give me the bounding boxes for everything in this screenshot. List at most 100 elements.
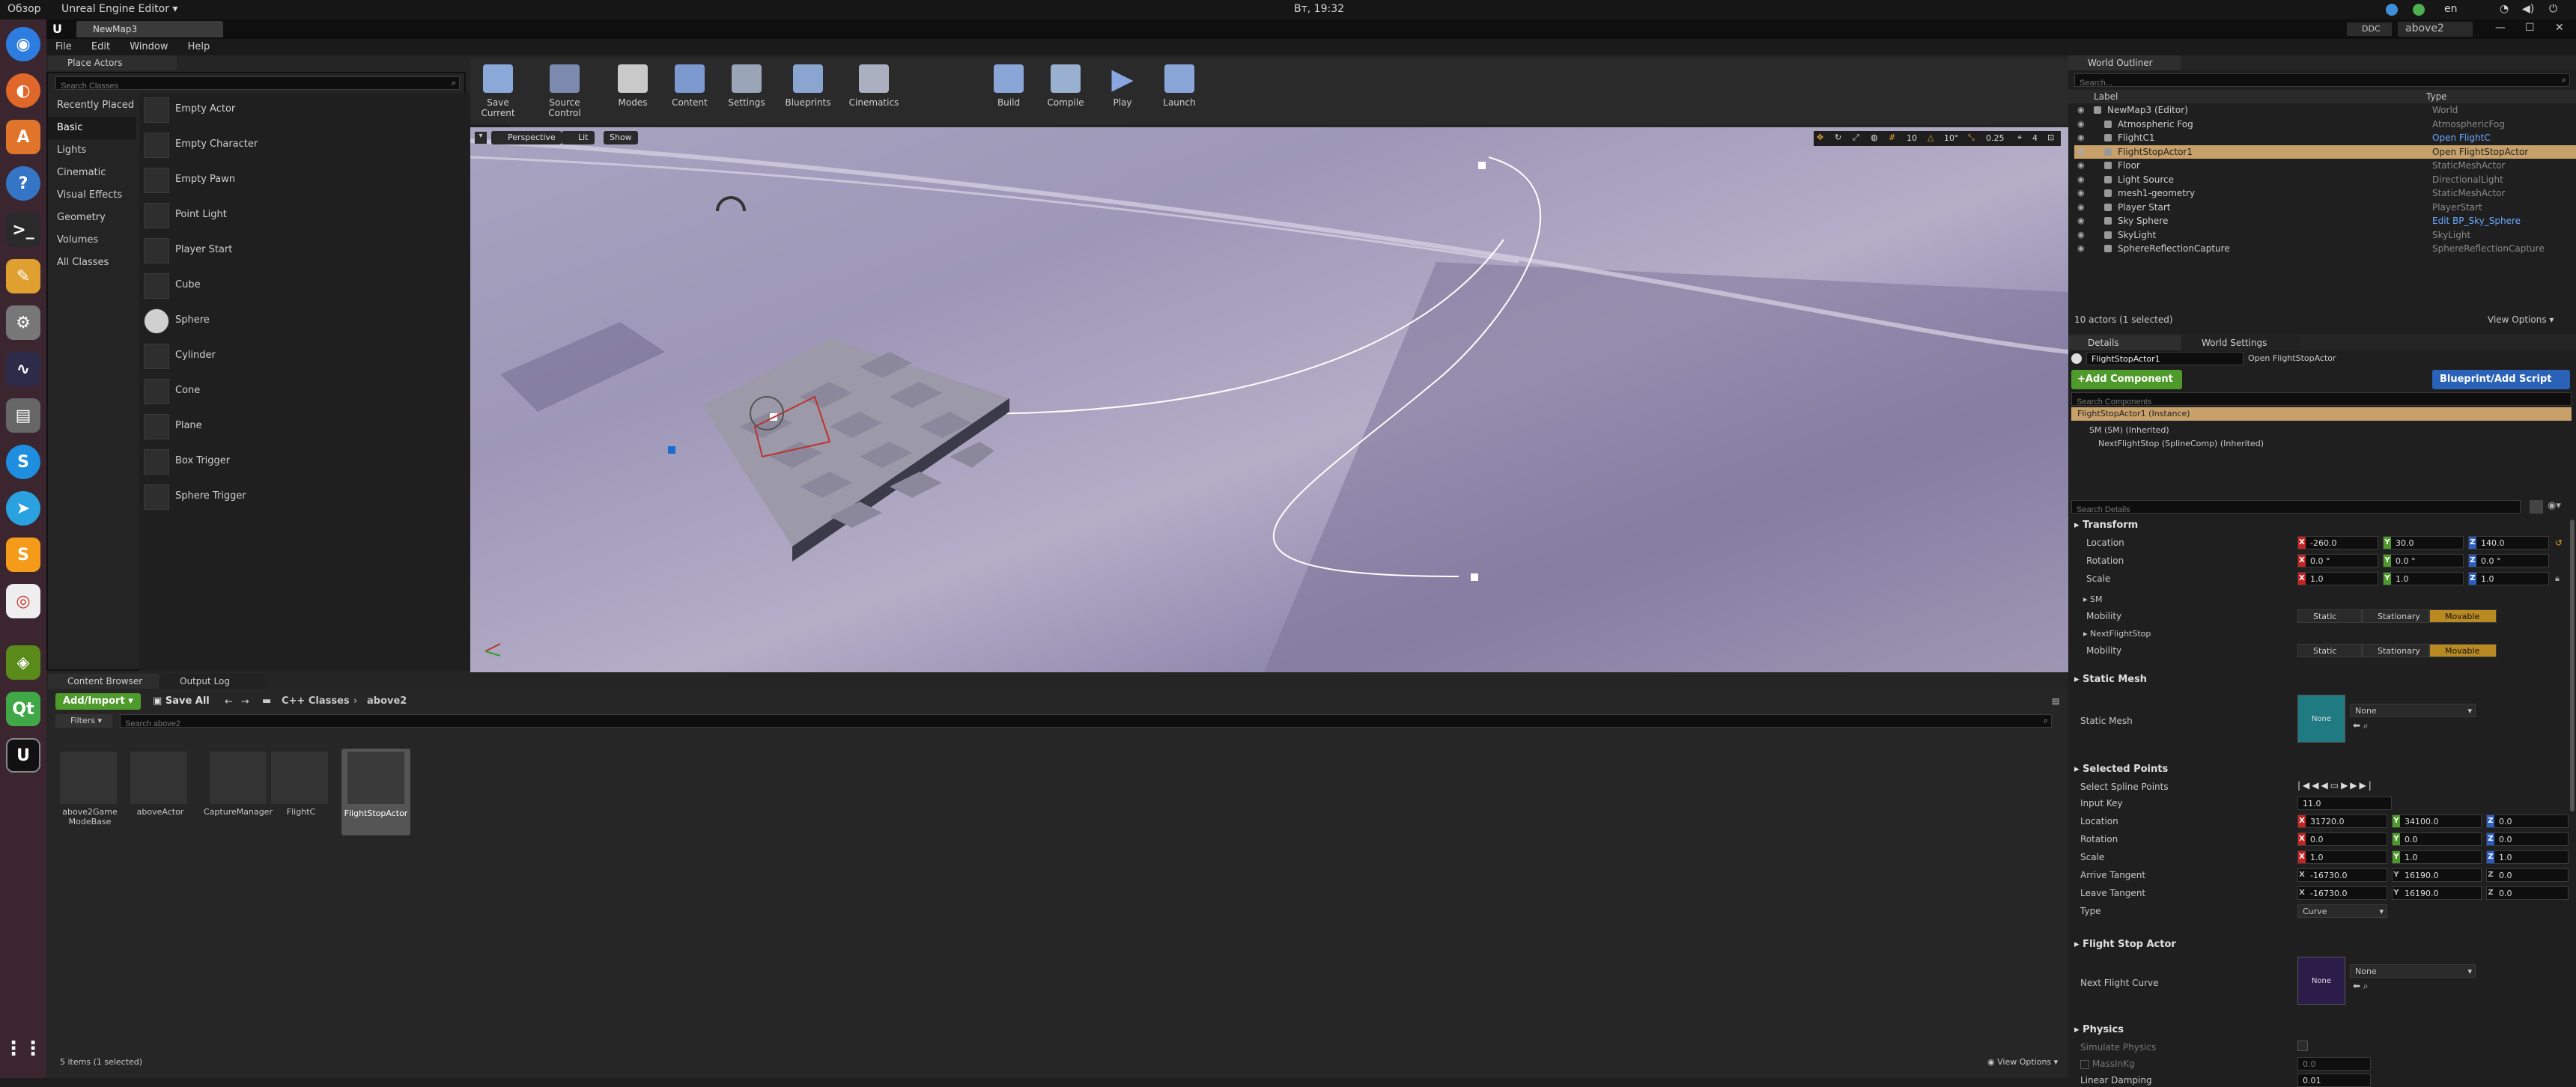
visibility-eye-icon[interactable]: ◉ (2077, 216, 2085, 225)
category-cinematic[interactable]: Cinematic (48, 162, 136, 184)
use-selected-icon[interactable]: ⬅ ⌕ (2353, 720, 2369, 731)
scale-y[interactable]: Y 1.0 (2383, 572, 2464, 585)
perspective-button[interactable]: Perspective (491, 131, 562, 144)
mobility-stationary-2[interactable]: Stationary (2362, 644, 2429, 657)
section-flight-stop-actor[interactable]: ▸ Flight Stop Actor (2074, 939, 2176, 950)
rotation-x[interactable]: X 0.0 ° (2297, 554, 2378, 567)
outliner-row[interactable]: ◉ FlightC1 Open FlightC (2074, 131, 2576, 144)
category-volumes[interactable]: Volumes (48, 229, 136, 252)
chrome-icon[interactable]: ◉ (6, 27, 40, 61)
scale-snap-icon[interactable]: ⤡ (1968, 133, 1975, 143)
location-y[interactable]: Y 30.0 (2383, 536, 2464, 549)
breadcrumb-cpp-classes[interactable]: C++ Classes (282, 695, 350, 707)
outliner-search[interactable]: ⌕ (2074, 73, 2570, 89)
content-button[interactable]: Content (662, 60, 717, 121)
category-visual-effects[interactable]: Visual Effects (48, 184, 136, 207)
visibility-eye-icon[interactable]: ◉ (2077, 174, 2085, 184)
sp-rotation-y[interactable]: Y 0.0 (2392, 832, 2482, 846)
visibility-icon[interactable]: ◉▾ (2548, 500, 2561, 511)
menu-file[interactable]: File (46, 39, 79, 52)
nvidia-icon[interactable]: ◈ (6, 645, 40, 680)
details-search-input[interactable] (2072, 504, 2491, 516)
rotation-y[interactable]: Y 0.0 ° (2383, 554, 2464, 567)
component-sm[interactable]: SM (SM) (Inherited) (2089, 425, 2169, 435)
arrive-tangent-z[interactable]: Z 0.0 (2486, 868, 2569, 882)
build-button[interactable]: Build (981, 60, 1036, 121)
outliner-row[interactable]: ◉ FlightStopActor1 Open FlightStopActor (2074, 144, 2576, 159)
sources-panel-icon[interactable]: ▤ (2052, 696, 2059, 706)
static-mesh-thumbnail[interactable]: None (2297, 695, 2345, 743)
asset-gamemode[interactable]: above2Game ModeBase (60, 752, 120, 828)
tab-world-settings[interactable]: World Settings (2182, 335, 2300, 350)
mass-field[interactable]: 0.0 (2297, 1057, 2371, 1071)
network-icon[interactable] (2386, 4, 2398, 16)
maximize-viewport-icon[interactable]: ⊡ (2047, 133, 2054, 142)
property-matrix-icon[interactable] (2530, 500, 2543, 514)
section-static-mesh[interactable]: ▸ Static Mesh (2074, 674, 2147, 685)
sp-rotation-z[interactable]: Z 0.0 (2486, 832, 2569, 846)
lock-icon[interactable]: 🔒︎ (2555, 573, 2560, 584)
blueprint-add-script-button[interactable]: Blueprint/Add Script (2432, 370, 2570, 389)
breadcrumb-above2[interactable]: above2 (367, 695, 407, 707)
lit-button[interactable]: Lit (562, 131, 595, 144)
actor-item-cone[interactable]: Cone? (139, 374, 511, 409)
actor-item-player-start[interactable]: Player Start? (139, 234, 511, 268)
column-label[interactable]: Label (2094, 91, 2118, 102)
place-actors-search-input[interactable] (56, 80, 431, 92)
settings-icon[interactable]: ⚙ (6, 305, 40, 340)
rotation-label[interactable]: Rotation (2086, 555, 2124, 566)
minimize-button[interactable]: — (2495, 22, 2506, 34)
leave-tangent-x[interactable]: X -16730.0 (2297, 886, 2387, 900)
modes-button[interactable]: Modes (605, 60, 660, 121)
sp-scale-y[interactable]: Y 1.0 (2392, 850, 2482, 864)
column-type[interactable]: Type (2426, 91, 2447, 102)
actor-name-field[interactable]: FlightStopActor1 (2086, 352, 2244, 365)
tab-place-actors[interactable]: Place Actors (48, 55, 177, 70)
actor-item-empty-actor[interactable]: Empty Actor? (139, 93, 511, 127)
outliner-type[interactable]: Edit BP_Sky_Sphere (2432, 216, 2521, 226)
scale-icon[interactable]: ⤢ (1853, 133, 1859, 143)
actor-item-plane[interactable]: Plane? (139, 409, 511, 444)
app-grid-icon[interactable]: ⋮⋮ (4, 1032, 43, 1066)
wifi-icon[interactable]: ◔ (2500, 3, 2509, 15)
filters-button[interactable]: Filters ▾ (55, 714, 112, 728)
unreal-icon[interactable]: U (6, 738, 40, 773)
check-icon[interactable] (2413, 4, 2425, 16)
tab-world-outliner[interactable]: World Outliner (2068, 55, 2181, 70)
terminal-icon[interactable]: >_ (6, 213, 40, 247)
location-x[interactable]: X -260.0 (2297, 536, 2378, 549)
outliner-search-input[interactable] (2075, 77, 2539, 89)
actor-item-sphere[interactable]: Sphere? (139, 304, 511, 338)
compile-button[interactable]: Compile (1038, 60, 1093, 121)
system-monitor-icon[interactable]: ∿ (6, 352, 40, 386)
help-icon[interactable]: ? (6, 166, 40, 201)
scale-z[interactable]: Z 1.0 (2468, 572, 2549, 585)
level-tab[interactable]: NewMap3 (76, 21, 223, 37)
outliner-row[interactable]: ◉ SkyLight SkyLight (2074, 228, 2576, 242)
firefox-icon[interactable]: ◐ (6, 73, 40, 108)
tab-details[interactable]: Details (2068, 335, 2181, 350)
text-editor-icon[interactable]: ✎ (6, 259, 40, 293)
outliner-row[interactable]: ◉ Light Source DirectionalLight (2074, 173, 2576, 186)
scale-snap-value[interactable]: 0.25 (1986, 133, 2005, 143)
back-icon[interactable]: ← (225, 696, 233, 707)
category-lights[interactable]: Lights (48, 139, 136, 162)
static-mesh-dropdown[interactable]: None ▾ (2350, 704, 2476, 717)
player-start-icon[interactable] (668, 446, 675, 454)
asset-flightc[interactable]: FlightC (271, 752, 331, 828)
leave-tangent-y[interactable]: Y 16190.0 (2392, 886, 2482, 900)
menu-edit[interactable]: Edit (82, 39, 118, 52)
category-basic[interactable]: Basic (48, 117, 136, 139)
visibility-eye-icon[interactable]: ◉ (2077, 147, 2085, 156)
visibility-eye-icon[interactable]: ◉ (2077, 202, 2085, 212)
camera-speed-icon[interactable]: ⌖ (2017, 133, 2022, 143)
grid-snap-value[interactable]: 10 (1907, 133, 1917, 143)
keyboard-language[interactable]: en (2444, 3, 2458, 15)
section-transform[interactable]: ▸ Transform (2074, 520, 2138, 531)
sp-location-z[interactable]: Z 0.0 (2486, 815, 2569, 828)
visibility-eye-icon[interactable]: ◉ (2077, 160, 2085, 170)
linear-damping-field[interactable]: 0.01 (2297, 1074, 2371, 1087)
asset-above-actor[interactable]: aboveActor (130, 752, 190, 828)
outliner-row[interactable]: ◉ NewMap3 (Editor) World (2074, 103, 2576, 117)
component-instance-row[interactable]: FlightStopActor1 (Instance) (2071, 407, 2572, 421)
